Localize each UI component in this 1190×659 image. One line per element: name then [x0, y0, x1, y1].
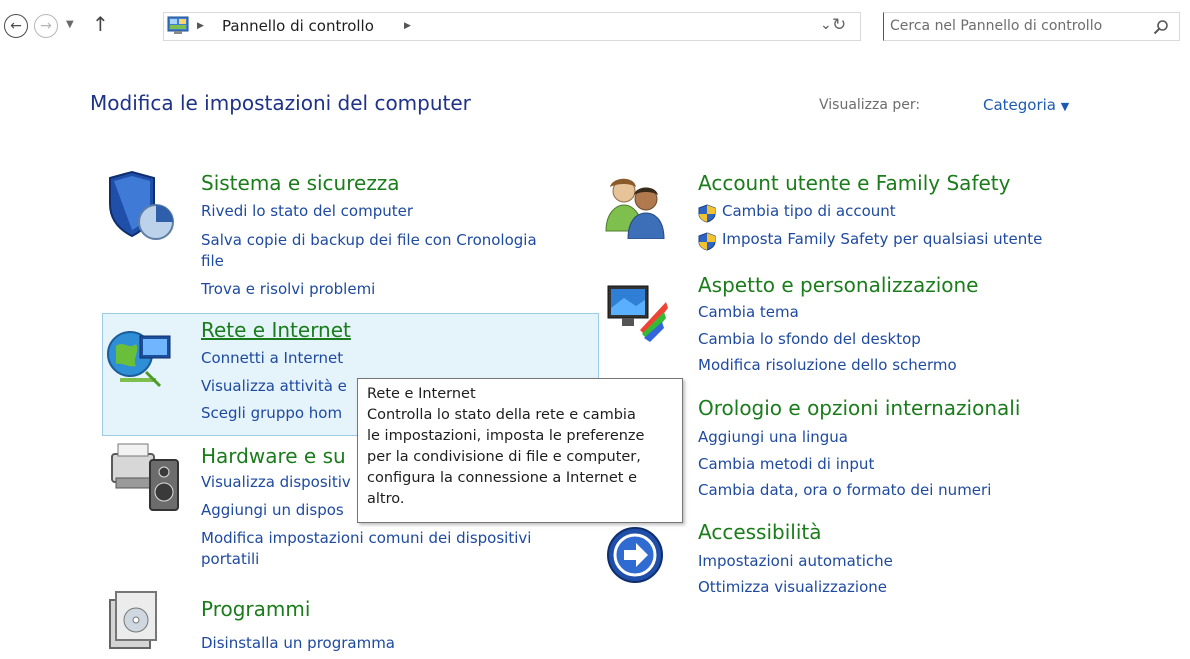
link-trova-problemi[interactable]: Trova e risolvi problemi [201, 280, 375, 299]
link-cambia-tipo-account[interactable]: Cambia tipo di account [722, 202, 896, 221]
uac-shield-icon [698, 204, 716, 223]
breadcrumb-separator-icon[interactable]: ▶ [197, 21, 204, 31]
tooltip-line: configura la connessione a Internet e [367, 470, 638, 486]
system-security-icon [109, 170, 174, 240]
forward-button[interactable]: → [34, 14, 58, 38]
link-disinstalla-programma[interactable]: Disinstalla un programma [201, 634, 395, 653]
recent-pages-icon: ▼ [66, 19, 74, 30]
link-aggiungi-dispositivo[interactable]: Aggiungi un dispos [201, 501, 344, 520]
link-cambia-sfondo[interactable]: Cambia lo sfondo del desktop [698, 330, 921, 349]
control-panel-icon [167, 16, 189, 34]
network-internet-icon [107, 331, 171, 388]
category-title-account[interactable]: Account utente e Family Safety [698, 171, 1010, 195]
category-title-aspetto[interactable]: Aspetto e personalizzazione [698, 273, 979, 297]
link-cambia-metodi-input[interactable]: Cambia metodi di input [698, 455, 874, 474]
ease-of-access-icon [607, 527, 663, 583]
category-title-rete[interactable]: Rete e Internet [201, 318, 351, 342]
link-visualizza-attivita[interactable]: Visualizza attività e [201, 377, 347, 396]
link-visualizza-dispositivi[interactable]: Visualizza dispositiv [201, 473, 351, 492]
breadcrumb-separator-icon[interactable]: ▶ [404, 21, 411, 31]
refresh-icon: ↻ [832, 15, 847, 35]
link-backup-cronologia[interactable]: Salva copie di backup dei file con Crono… [201, 231, 537, 250]
category-title-sistema[interactable]: Sistema e sicurezza [201, 171, 400, 195]
refresh-button[interactable]: ↻ [832, 15, 846, 35]
tooltip-line: le impostazioni, imposta le preferenze [367, 428, 645, 444]
user-accounts-icon [605, 178, 665, 239]
search-icon[interactable] [1153, 19, 1169, 35]
category-title-hardware[interactable]: Hardware e su [201, 444, 346, 468]
link-cambia-tema[interactable]: Cambia tema [698, 303, 799, 322]
back-button[interactable]: ← [4, 14, 28, 38]
link-impostazioni-automatiche[interactable]: Impostazioni automatiche [698, 552, 893, 571]
category-title-orologio[interactable]: Orologio e opzioni internazionali [698, 396, 1020, 420]
tooltip-title: Rete e Internet [367, 386, 476, 402]
view-by-label: Visualizza per: [819, 97, 921, 113]
view-by-dropdown[interactable]: Categoria ▼ [983, 96, 1069, 114]
recent-pages-button[interactable]: ▼ [66, 19, 74, 30]
chevron-down-icon: ▼ [1060, 100, 1070, 113]
forward-arrow-icon: → [40, 18, 52, 34]
search-placeholder: Cerca nel Pannello di controllo [890, 18, 1103, 34]
appearance-personalization-icon [607, 285, 668, 342]
up-button[interactable]: ↑ [92, 12, 109, 36]
tooltip-rete-internet: Rete e Internet Controlla lo stato della… [357, 378, 683, 523]
link-backup-cronologia-cont[interactable]: file [201, 252, 224, 271]
link-scegli-gruppo-home[interactable]: Scegli gruppo hom [201, 404, 342, 423]
tooltip-line: altro. [367, 491, 405, 507]
link-modifica-impostazioni-portatili-cont[interactable]: portatili [201, 550, 259, 569]
link-imposta-family-safety[interactable]: Imposta Family Safety per qualsiasi uten… [722, 230, 1042, 249]
tooltip-line: Controlla lo stato della rete e cambia [367, 407, 636, 423]
breadcrumb-control-panel[interactable]: Pannello di controllo [222, 17, 374, 35]
page-title: Modifica le impostazioni del computer [90, 91, 471, 115]
uac-shield-icon [698, 232, 716, 251]
search-input[interactable]: Cerca nel Pannello di controllo [883, 12, 1180, 41]
up-arrow-icon: ↑ [92, 12, 109, 36]
link-aggiungi-lingua[interactable]: Aggiungi una lingua [698, 428, 848, 447]
link-modifica-impostazioni-portatili[interactable]: Modifica impostazioni comuni dei disposi… [201, 529, 531, 548]
link-connetti-internet[interactable]: Connetti a Internet [201, 349, 343, 368]
address-bar[interactable]: ▶ Pannello di controllo ▶ ⌄ [163, 12, 861, 41]
programs-icon [109, 591, 157, 649]
view-by-value: Categoria [983, 96, 1057, 114]
hardware-sound-icon [111, 443, 179, 511]
address-dropdown-icon[interactable]: ⌄ [820, 17, 832, 33]
link-rivedi-stato[interactable]: Rivedi lo stato del computer [201, 202, 413, 221]
tooltip-line: per la condivisione di file e computer, [367, 449, 641, 465]
back-arrow-icon: ← [10, 18, 22, 34]
link-ottimizza-visualizzazione[interactable]: Ottimizza visualizzazione [698, 578, 887, 597]
link-cambia-data-ora[interactable]: Cambia data, ora o formato dei numeri [698, 481, 991, 500]
category-title-accessibilita[interactable]: Accessibilità [698, 520, 822, 544]
link-modifica-risoluzione[interactable]: Modifica risoluzione dello schermo [698, 356, 957, 375]
category-title-programmi[interactable]: Programmi [201, 597, 310, 621]
